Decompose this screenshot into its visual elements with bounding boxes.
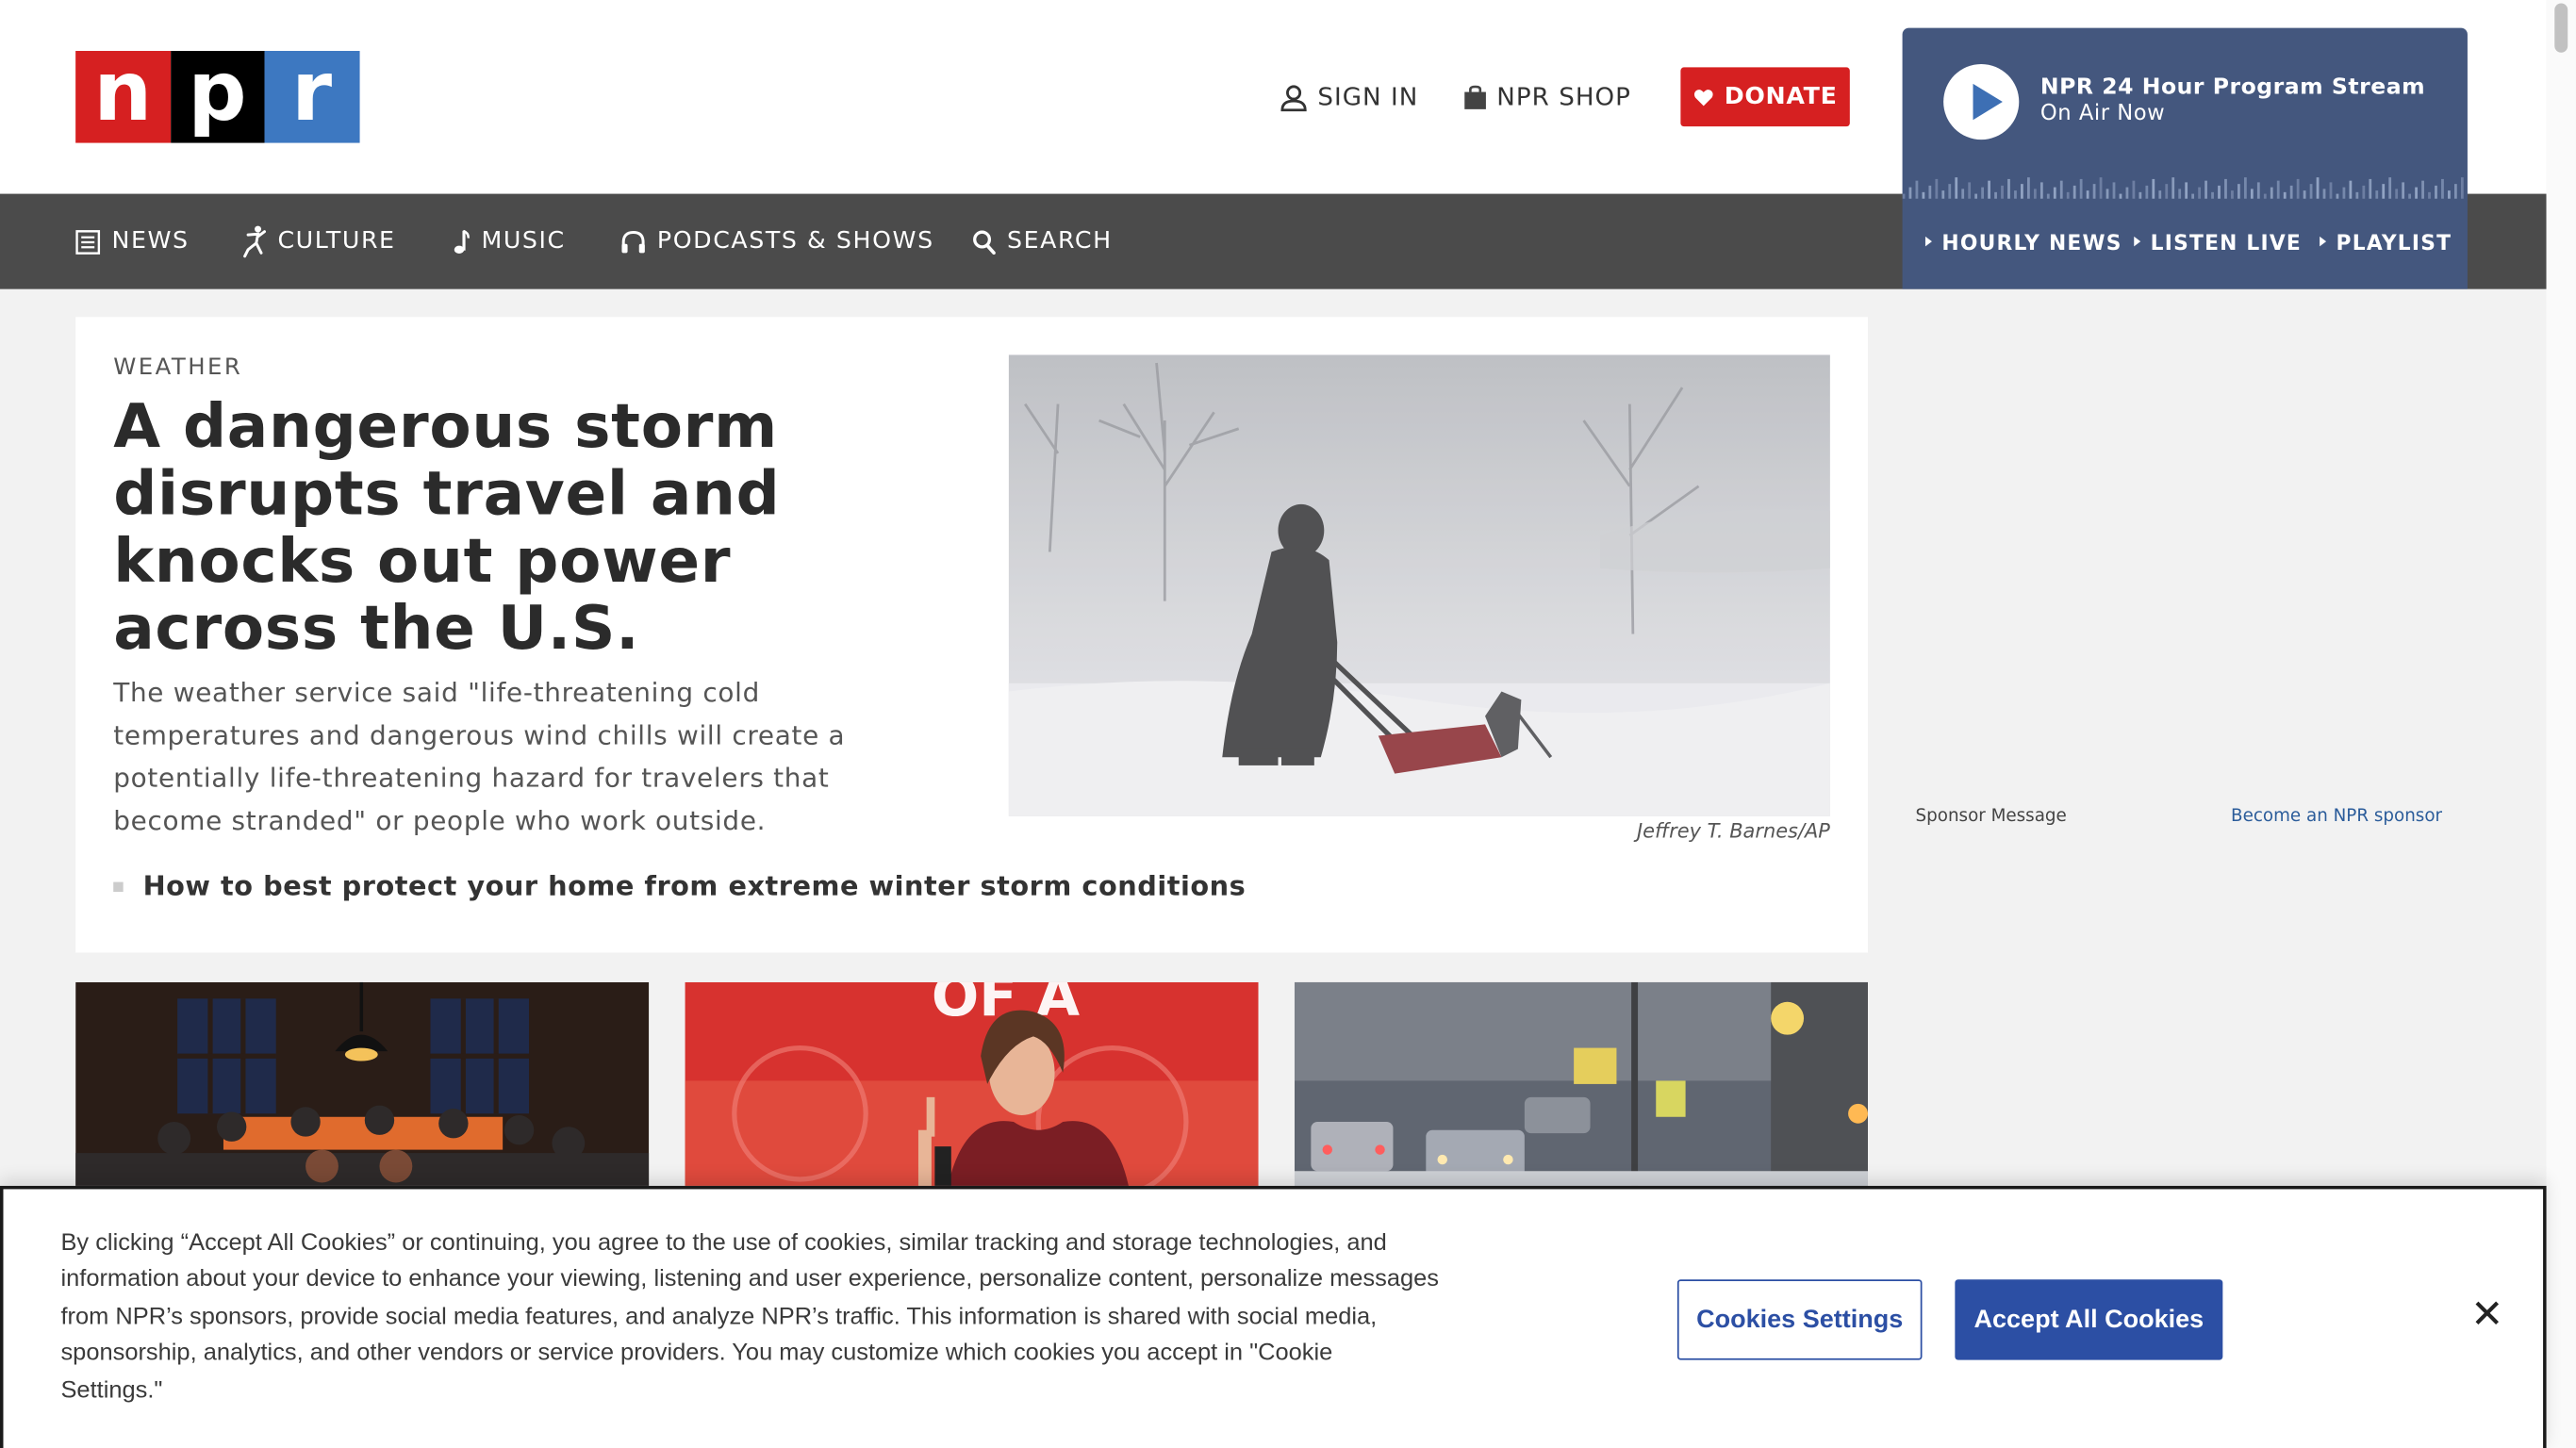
cookies-settings-button[interactable]: Cookies Settings <box>1676 1279 1923 1360</box>
nav-item-culture[interactable]: CULTURE <box>243 223 396 259</box>
nav-item-music[interactable]: MUSIC <box>454 223 566 259</box>
player-links: HOURLY NEWS LISTEN LIVE PLAYLIST <box>1903 194 2468 289</box>
nav-podcasts-label: PODCASTS & SHOWS <box>656 228 934 255</box>
story-headline[interactable]: A dangerous storm disrupts travel and kn… <box>113 392 967 662</box>
scrollbar-thumb[interactable] <box>2554 3 2568 53</box>
sponsor-message-label: Sponsor Message <box>1915 806 2067 827</box>
nav-search-label: SEARCH <box>1007 228 1113 255</box>
story-thumbnail-politician[interactable]: OF A <box>685 981 1259 1186</box>
story-kicker[interactable]: WEATHER <box>113 354 242 381</box>
sign-in-label: SIGN IN <box>1317 82 1419 112</box>
cookie-notice-text: By clicking “Accept All Cookies” or cont… <box>60 1229 1439 1405</box>
page: n p r SIGN IN NPR SHOP DONATE NEWS CULTU… <box>0 0 2576 1448</box>
shop-label: NPR SHOP <box>1496 82 1631 112</box>
heart-icon <box>1693 89 1712 106</box>
logo-letter-n: n <box>75 51 171 143</box>
donate-label: DONATE <box>1724 83 1838 110</box>
nav-news-label: NEWS <box>111 228 190 255</box>
image-credit: Jeffrey T. Barnes/AP <box>1637 819 1830 843</box>
shopping-bag-icon <box>1464 84 1486 108</box>
play-button[interactable] <box>1943 63 2020 140</box>
sign-in-link[interactable]: SIGN IN <box>1280 67 1418 126</box>
npr-shop-link[interactable]: NPR SHOP <box>1463 67 1631 126</box>
related-story-link[interactable]: How to best protect your home from extre… <box>113 870 1247 902</box>
stream-subtitle: On Air Now <box>2039 102 2166 127</box>
nav-culture-label: CULTURE <box>277 228 396 255</box>
hourly-news-link[interactable]: HOURLY NEWS <box>1925 230 2122 255</box>
related-story-text: How to best protect your home from extre… <box>142 870 1247 902</box>
become-sponsor-link[interactable]: Become an NPR sponsor <box>2231 806 2442 826</box>
logo-letter-r: r <box>264 51 359 143</box>
story-thumbnail-snowy-street[interactable] <box>1294 981 1868 1186</box>
stream-title: NPR 24 Hour Program Stream <box>2039 74 2426 101</box>
accept-all-cookies-button[interactable]: Accept All Cookies <box>1955 1279 2223 1360</box>
user-icon <box>1280 84 1307 111</box>
story-teaser: The weather service said "life-threateni… <box>113 676 846 836</box>
bullet-square <box>113 880 124 892</box>
close-icon[interactable]: ✕ <box>2468 1295 2507 1336</box>
nav-item-podcasts[interactable]: PODCASTS & SHOWS <box>621 223 934 259</box>
logo-letter-p: p <box>170 51 265 143</box>
story-thumbnail-dinner[interactable] <box>75 981 650 1186</box>
playlist-link[interactable]: PLAYLIST <box>2320 230 2452 255</box>
storm-photo[interactable] <box>1008 354 1830 816</box>
news-icon <box>75 229 101 255</box>
search-icon <box>973 229 996 255</box>
nav-item-search[interactable]: SEARCH <box>972 223 1112 259</box>
lead-story-card: WEATHER A dangerous storm disrupts trave… <box>75 317 1868 953</box>
nav-music-label: MUSIC <box>481 228 566 255</box>
donate-button[interactable]: DONATE <box>1680 67 1850 127</box>
cookie-consent-banner: By clicking “Accept All Cookies” or cont… <box>0 1185 2547 1448</box>
page-scrollbar[interactable] <box>2546 0 2576 1448</box>
listen-live-link[interactable]: LISTEN LIVE <box>2134 230 2302 255</box>
npr-logo[interactable]: n p r <box>75 51 359 143</box>
headphones-icon <box>621 230 645 253</box>
nav-item-news[interactable]: NEWS <box>75 223 189 259</box>
music-note-icon <box>454 229 470 254</box>
culture-icon <box>243 225 266 258</box>
live-stream-player: NPR 24 Hour Program Stream On Air Now HO… <box>1902 27 2468 289</box>
